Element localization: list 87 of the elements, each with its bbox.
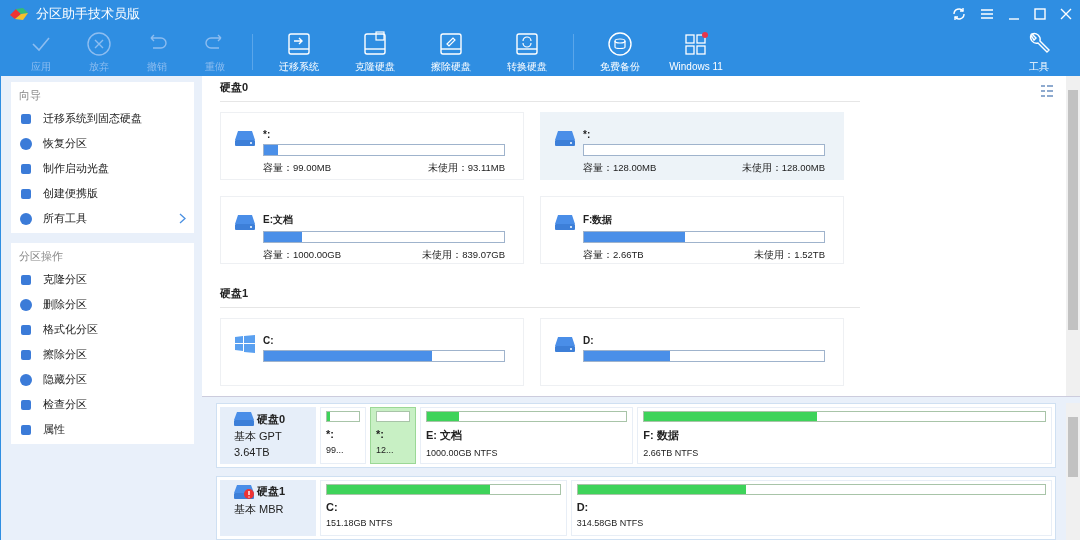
sidebar-item[interactable]: 克隆分区 xyxy=(19,267,186,292)
partition-size: 151.18GB NTFS xyxy=(326,517,394,528)
sidebar-icon xyxy=(19,347,33,362)
partition-label: F: 数据 xyxy=(643,428,680,443)
partition-size: 2.66TB NTFS xyxy=(643,448,700,458)
sidebar-item[interactable]: 隐藏分区 xyxy=(19,367,186,392)
sidebar-icon xyxy=(19,111,33,126)
partition-card[interactable]: F:数据 容量：2.66TB 未使用：1.52TB xyxy=(540,196,844,264)
disk-heading: 硬盘1 xyxy=(220,287,249,299)
sidebar-icon xyxy=(19,372,33,387)
menu-icon[interactable] xyxy=(980,8,994,20)
partition-name: C: xyxy=(263,335,275,346)
drive-eraser-icon xyxy=(437,30,465,57)
partition-size: 99... xyxy=(326,445,345,455)
partition-label: *: xyxy=(326,428,335,440)
view-toggle-icon[interactable] xyxy=(1040,84,1054,98)
partition-card[interactable]: C: xyxy=(220,318,524,386)
partition-name: F:数据 xyxy=(583,213,614,227)
sidebar-item[interactable]: 格式化分区 xyxy=(19,317,186,342)
app-logo-icon xyxy=(8,6,30,22)
maximize-icon[interactable] xyxy=(1034,8,1046,20)
partition-size: 1000.00GB NTFS xyxy=(426,448,499,458)
sidebar-icon xyxy=(19,211,33,226)
partition-label: E: 文档 xyxy=(426,428,464,443)
drive-icon xyxy=(234,411,254,427)
sidebar-item[interactable]: 创建便携版 xyxy=(19,181,186,206)
partition-card[interactable]: D: xyxy=(540,318,844,386)
partition-name: *: xyxy=(263,129,272,140)
sidebar-item[interactable]: 所有工具 xyxy=(19,206,186,231)
capacity-text: 容量：2.66TB xyxy=(583,249,644,262)
scrollbar[interactable] xyxy=(1066,76,1080,396)
sidebar-icon xyxy=(19,186,33,201)
sidebar-icon xyxy=(19,397,33,412)
free-space-text: 未使用：839.07GB xyxy=(422,249,505,262)
partition-block[interactable]: E: 文档 1000.00GB NTFS xyxy=(420,407,634,464)
partition-size: 314.58GB NTFS xyxy=(576,517,645,528)
partition-block[interactable]: F: 数据 2.66TB NTFS xyxy=(637,407,1052,464)
sidebar-item[interactable]: 擦除分区 xyxy=(19,342,186,367)
sidebar-item[interactable]: 检查分区 xyxy=(19,392,186,417)
partition-label: C: xyxy=(326,500,339,513)
partition-name: D: xyxy=(583,335,595,346)
refresh-icon[interactable] xyxy=(952,7,966,21)
capacity-text: 容量：128.00MB xyxy=(583,162,657,175)
capacity-text: 容量：99.00MB xyxy=(263,162,332,175)
partition-block[interactable]: *: 12... xyxy=(370,407,416,464)
sidebar-item[interactable]: 恢复分区 xyxy=(19,131,186,156)
sidebar-item[interactable]: 制作启动光盘 xyxy=(19,156,186,181)
sidebar-item[interactable]: 删除分区 xyxy=(19,292,186,317)
disk-size: 3.64TB xyxy=(234,446,271,458)
partition-block[interactable]: *: 99... xyxy=(320,407,366,464)
free-space-text: 未使用：93.11MB xyxy=(427,162,505,175)
usage-bar xyxy=(376,411,410,422)
sidebar-icon xyxy=(19,161,33,176)
partition-label: D: xyxy=(576,500,590,513)
disk-name: 硬盘0 xyxy=(257,411,286,427)
free-space-text: 未使用：1.52TB xyxy=(754,249,825,262)
sidebar-icon xyxy=(19,297,33,312)
sidebar-icon xyxy=(19,322,33,337)
sidebar-icon xyxy=(19,136,33,151)
sidebar-icon xyxy=(19,422,33,437)
disk-type: 基本 MBR xyxy=(234,501,285,517)
partition-name: *: xyxy=(583,129,592,140)
sidebar-icon xyxy=(19,272,33,287)
disk-name: 硬盘1 xyxy=(257,484,286,499)
partition-card[interactable]: E:文档 容量：1000.00GB 未使用：839.07GB xyxy=(220,196,524,264)
window-title: 分区助手技术员版 xyxy=(36,5,140,23)
cancel-icon xyxy=(85,30,113,57)
sidebar-item[interactable]: 迁移系统到固态硬盘 xyxy=(19,106,186,131)
partition-size: 12... xyxy=(376,445,395,455)
free-space-text: 未使用：128.00MB xyxy=(741,162,825,175)
partition-card[interactable]: *: 容量：128.00MB 未使用：128.00MB xyxy=(540,112,844,180)
close-icon[interactable] xyxy=(1060,8,1072,20)
sidebar-item[interactable]: 属性 xyxy=(19,417,186,442)
capacity-text: 容量：1000.00GB xyxy=(263,249,342,262)
disk-heading: 硬盘0 xyxy=(220,81,249,93)
disk-type: 基本 GPT xyxy=(234,429,283,444)
partition-name: E:文档 xyxy=(263,213,294,227)
drive-convert-icon xyxy=(513,30,541,57)
partition-label: *: xyxy=(376,428,385,440)
scrollbar[interactable] xyxy=(1066,403,1080,540)
section-title: 分区操作 xyxy=(19,249,64,264)
backup-icon xyxy=(606,30,634,57)
partition-block[interactable]: C: 151.18GB NTFS xyxy=(320,479,567,536)
partition-block[interactable]: D: 314.58GB NTFS xyxy=(570,479,1052,536)
partition-card[interactable]: *: 容量：99.00MB 未使用：93.11MB xyxy=(220,112,524,180)
section-title: 向导 xyxy=(19,88,42,103)
drive-copy-icon xyxy=(361,30,389,57)
